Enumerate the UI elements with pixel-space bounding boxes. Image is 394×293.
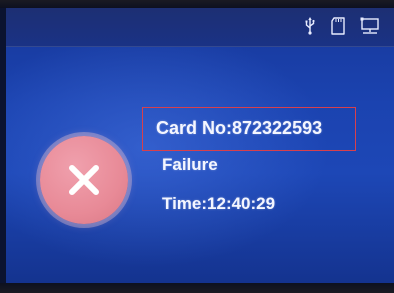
bezel-top bbox=[0, 0, 394, 8]
status-message: Failure bbox=[162, 155, 218, 174]
device-display: Card No:872322593 Failure Time:12:40:29 bbox=[0, 0, 394, 293]
status-icons bbox=[304, 17, 380, 35]
x-mark-icon bbox=[69, 165, 99, 195]
bezel-bottom bbox=[0, 283, 394, 293]
sd-card-icon bbox=[331, 17, 345, 35]
failure-x-icon bbox=[40, 136, 128, 224]
card-number-text: Card No:872322593 bbox=[156, 118, 323, 138]
status-bar bbox=[6, 8, 394, 47]
usb-icon bbox=[305, 17, 315, 35]
time-text: Time:12:40:29 bbox=[162, 194, 276, 213]
screen: Card No:872322593 Failure Time:12:40:29 bbox=[6, 8, 394, 283]
network-icon bbox=[360, 17, 379, 34]
